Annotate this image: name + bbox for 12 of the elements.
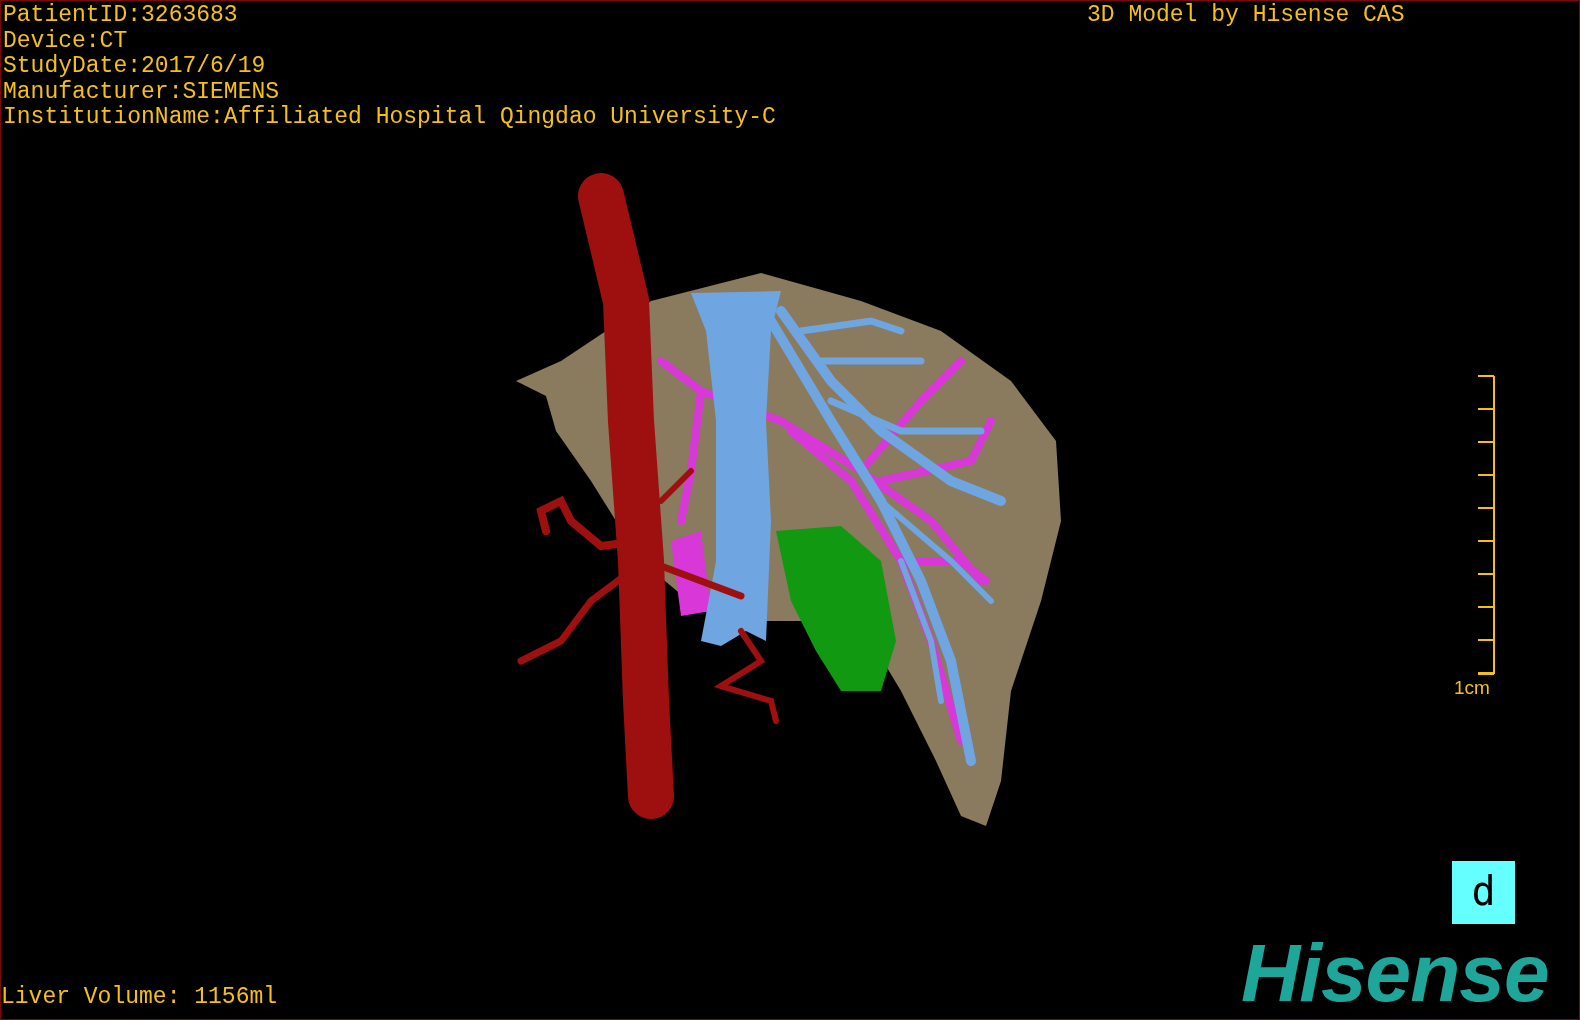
liver-volume-text: Liver Volume: 1156ml [1,985,278,1010]
brand-logo: Hisense [1241,933,1549,1013]
patient-info-text: StudyDate:2017/6/19 [3,54,267,80]
patient-info-text: InstitutionName:Affiliated Hospital Qingdao University-C [3,105,776,131]
scale-label: 1cm [1454,677,1490,699]
model-credit-text: 3D Model by Hisense CAS [1087,3,1405,28]
viewer-canvas[interactable]: PatientID:3263683 Device:CT StudyDate:2017/6/19 Manufacturer:SIEMENS InstitutionName:Affiliated Hospital Qingdao University-C 3D Model by Hisense CAS 1cm d Liver Volume: 1156ml Hisense [0,0,1580,1020]
patient-info-text: PatientID:3263683 [3,3,239,29]
scale-bar-icon [1477,375,1495,675]
patient-info-text: Manufacturer:SIEMENS [3,79,281,105]
patient-info-text: Device:CT [3,28,129,54]
orientation-marker: d [1452,861,1515,924]
